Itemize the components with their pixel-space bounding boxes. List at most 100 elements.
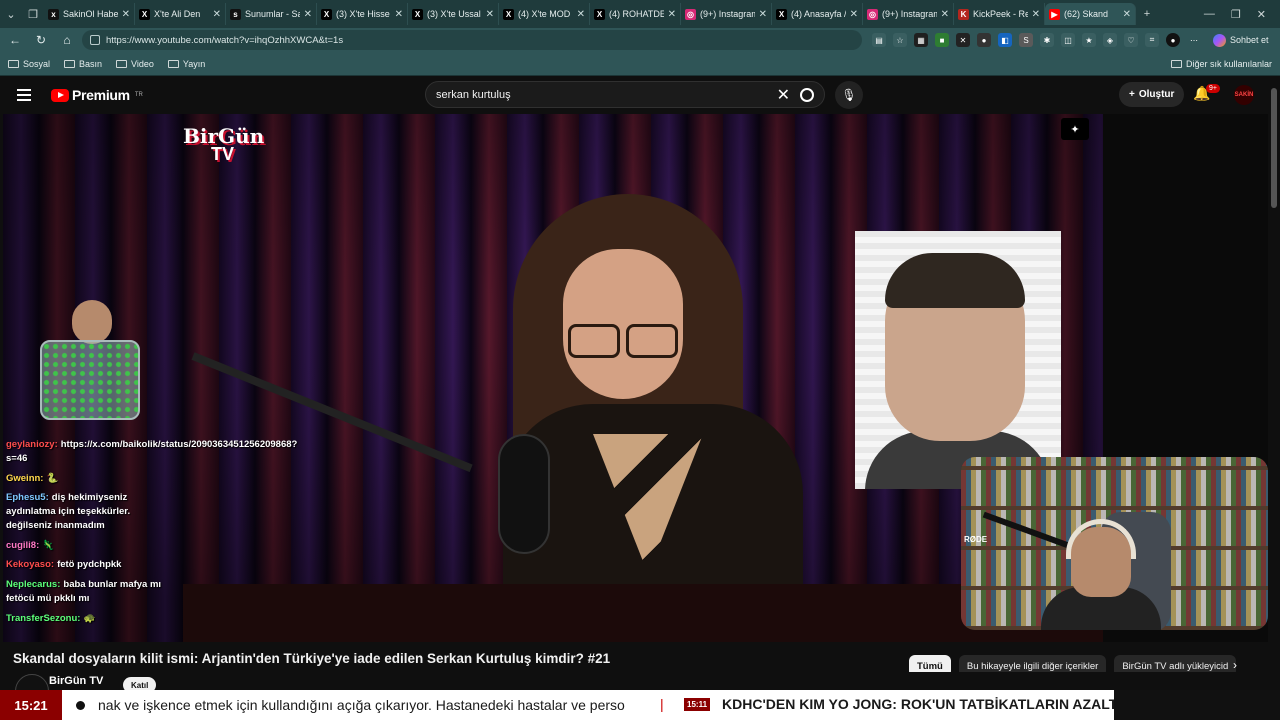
microphone xyxy=(498,434,550,554)
chevron-right-icon[interactable]: › xyxy=(1233,658,1237,672)
chat-message: cugili8: 🦎 xyxy=(6,539,176,553)
browser-tab[interactable]: x SakinOl Haber ✕ xyxy=(44,3,135,25)
chat-message: TransferSezonu: 🐢 xyxy=(6,612,176,626)
reader-icon[interactable]: ▤ xyxy=(872,33,886,47)
search-box[interactable]: serkan kurtuluş ✕ xyxy=(425,81,825,108)
menu-icon[interactable] xyxy=(17,89,41,101)
url-text: https://www.youtube.com/watch?v=ihqOzhhX… xyxy=(106,34,344,46)
heart-icon[interactable]: ♡ xyxy=(1124,33,1138,47)
collections-icon[interactable]: ◈ xyxy=(1103,33,1117,47)
browser-tab[interactable]: X X'te Ali Den ✕ xyxy=(135,3,226,25)
workspaces-icon[interactable]: ❐ xyxy=(22,0,44,28)
browser-tab[interactable]: ▶ (62) Skand ✕ xyxy=(1045,3,1136,25)
close-tab-icon[interactable]: ✕ xyxy=(850,9,858,20)
other-bookmarks[interactable]: Diğer sık kullanılanlar xyxy=(1170,59,1272,69)
copilot-chat-button[interactable]: Sohbet et xyxy=(1213,33,1269,47)
site-info-icon[interactable] xyxy=(90,35,100,45)
scrollbar-thumb[interactable] xyxy=(1271,88,1277,208)
chat-text: 🦎 xyxy=(42,539,55,551)
chat-message: geylaniozy: https://x.com/baikolik/status… xyxy=(6,438,297,466)
extensions-puzzle-icon[interactable]: ✱ xyxy=(1040,33,1054,47)
bookmark-label: Sosyal xyxy=(23,58,51,69)
close-tab-icon[interactable]: ✕ xyxy=(1032,9,1040,20)
profile-avatar-icon[interactable]: ● xyxy=(1166,33,1180,47)
bookmark-folder-video[interactable]: Video xyxy=(116,59,154,69)
browser-tab[interactable]: X (3) X'te Ussal S ✕ xyxy=(408,3,499,25)
channel-row: BirGün TV Katıl xyxy=(3,672,1268,708)
tab-actions-icon[interactable]: ⌄ xyxy=(0,0,22,28)
tab-title: X'te Ali Den xyxy=(154,9,201,19)
close-tab-icon[interactable]: ✕ xyxy=(122,9,130,20)
minimize-icon[interactable]: — xyxy=(1204,8,1215,21)
close-tab-icon[interactable]: ✕ xyxy=(486,9,494,20)
back-icon[interactable]: ← xyxy=(4,29,26,51)
voice-search-icon[interactable]: 🎙 xyxy=(835,81,863,109)
tab-title: (62) Skand xyxy=(1064,9,1109,19)
extension-s-icon[interactable]: S xyxy=(1019,33,1033,47)
chat-message: Ephesu5: diş hekimiyseniz aydınlatma için… xyxy=(6,491,176,532)
video-player[interactable]: BirGün TV ✦ RØDE geylaniozy: https://x.co… xyxy=(3,114,1268,642)
ticker-time-2: 15:11 xyxy=(684,698,711,711)
tab-title: KickPeek - Rea xyxy=(973,9,1028,19)
tab-favicon-icon: ◎ xyxy=(685,8,696,20)
restore-icon[interactable]: ❐ xyxy=(1231,8,1241,21)
chat-username: cugili8: xyxy=(6,539,40,551)
chat-username: Gweinn: xyxy=(6,472,44,484)
close-tab-icon[interactable]: ✕ xyxy=(759,9,767,20)
tab-title: Sunumlar - Sak xyxy=(245,9,300,19)
extension-circle-icon[interactable]: ● xyxy=(977,33,991,47)
search-icon[interactable] xyxy=(800,87,814,102)
search-input[interactable]: serkan kurtuluş xyxy=(436,89,777,101)
extension-x-icon[interactable]: ✕ xyxy=(956,33,970,47)
tab-favicon-icon: X xyxy=(321,8,332,20)
browser-tab[interactable]: X (4) X'te MOD ✕ xyxy=(499,3,590,25)
extension-grid-icon[interactable]: ▦ xyxy=(914,33,928,47)
screenshot-icon[interactable]: ⌗ xyxy=(1145,33,1159,47)
chat-username: TransferSezonu: xyxy=(6,612,81,624)
copilot-icon xyxy=(1213,33,1226,47)
close-tab-icon[interactable]: ✕ xyxy=(395,9,403,20)
extension-blue-icon[interactable]: ◧ xyxy=(998,33,1012,47)
browser-tab[interactable]: X (4) ROHATDEM ✕ xyxy=(590,3,681,25)
tab-title: (9+) Instagram xyxy=(882,9,937,19)
close-window-icon[interactable]: ✕ xyxy=(1257,8,1266,21)
close-tab-icon[interactable]: ✕ xyxy=(941,9,949,20)
favorites-icon[interactable]: ★ xyxy=(1082,33,1096,47)
bookmark-folder-yayin[interactable]: Yayın xyxy=(167,59,205,69)
new-tab-button[interactable]: + xyxy=(1136,0,1158,28)
browser-tab[interactable]: X (3) X'te Hisse P ✕ xyxy=(317,3,408,25)
rode-mic-label: RØDE xyxy=(964,535,988,544)
close-tab-icon[interactable]: ✕ xyxy=(304,9,312,20)
bookmark-folder-basin[interactable]: Basın xyxy=(64,59,102,69)
more-menu-icon[interactable]: ⋯ xyxy=(1187,33,1201,47)
url-field[interactable]: https://www.youtube.com/watch?v=ihqOzhhX… xyxy=(82,30,862,50)
browser-tab[interactable]: ◎ (9+) Instagram ✕ xyxy=(681,3,772,25)
media-logo-icon: ✦ xyxy=(1061,118,1089,140)
page-scrollbar[interactable] xyxy=(1268,76,1280,690)
home-icon[interactable]: ⌂ xyxy=(56,29,78,51)
browser-tab[interactable]: X (4) Anasayfa / ✕ xyxy=(772,3,863,25)
close-tab-icon[interactable]: ✕ xyxy=(213,9,221,20)
clear-search-icon[interactable]: ✕ xyxy=(777,85,790,105)
chat-message: Gweinn: 🐍 xyxy=(6,472,176,486)
youtube-premium-logo[interactable]: Premium TR xyxy=(51,87,143,103)
browser-tab-bar: ⌄ ❐ x SakinOl Haber ✕ X X'te Ali Den ✕ s Sunuml… xyxy=(0,0,1280,28)
reload-icon[interactable]: ↻ xyxy=(30,29,52,51)
close-tab-icon[interactable]: ✕ xyxy=(577,9,585,20)
split-screen-icon[interactable]: ◫ xyxy=(1061,33,1075,47)
favorite-star-icon[interactable]: ☆ xyxy=(893,33,907,47)
browser-tab[interactable]: K KickPeek - Rea ✕ xyxy=(954,3,1045,25)
close-tab-icon[interactable]: ✕ xyxy=(668,9,676,20)
notification-badge: 9+ xyxy=(1206,84,1220,93)
browser-tab[interactable]: ◎ (9+) Instagram ✕ xyxy=(863,3,954,25)
mugshot-photo xyxy=(855,231,1061,489)
create-button[interactable]: + Oluştur xyxy=(1119,82,1185,107)
browser-tab[interactable]: s Sunumlar - Sak ✕ xyxy=(226,3,317,25)
close-tab-icon[interactable]: ✕ xyxy=(1123,9,1131,20)
bookmark-folder-sosyal[interactable]: Sosyal xyxy=(8,59,50,69)
extension-green-icon[interactable]: ■ xyxy=(935,33,949,47)
account-avatar[interactable]: SAKİN xyxy=(1234,85,1254,105)
chat-text: 🐍 xyxy=(46,472,59,484)
tab-title: (4) ROHATDEM xyxy=(609,9,664,19)
channel-name[interactable]: BirGün TV xyxy=(49,675,103,687)
